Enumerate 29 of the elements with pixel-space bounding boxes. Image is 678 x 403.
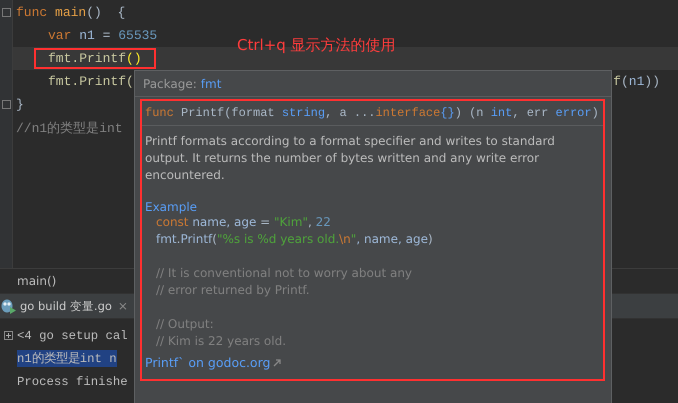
example-heading: Example (144, 200, 198, 214)
description-text: Printf formats according to a format specifier and writes to standard output. It returns the number of bytes written and any write error encountered. (144, 133, 556, 184)
example-code-line: const name, age = "Kim", 22 (155, 214, 331, 231)
code-line: f(n1)) (613, 74, 660, 89)
code-line: func main() { (16, 5, 126, 20)
example-code-line: // error returned by Printf. (155, 282, 310, 299)
code-line: //n1的类型是int (16, 120, 123, 136)
code-line: fmt.Printf( (48, 74, 134, 89)
run-config-icon (0, 298, 16, 314)
close-button[interactable]: × (116, 299, 130, 313)
package-label: Package: (143, 76, 197, 90)
package-link[interactable]: fmt (200, 76, 222, 90)
godoc-link[interactable]: Printf` on godoc.org (145, 355, 270, 370)
breadcrumb[interactable]: main() (17, 274, 56, 288)
example-code-line: fmt.Printf("%s is %d years old.\n", name, age) (155, 231, 433, 248)
expand-icon[interactable] (4, 331, 13, 340)
console-line: <4 go setup cal (17, 328, 128, 342)
example-code-line: // It is conventional not to worry about any (155, 265, 412, 282)
fold-icon[interactable] (2, 100, 10, 109)
fold-icon[interactable] (2, 8, 10, 17)
example-code-line: // Output: (155, 316, 214, 333)
example-code-line: // Kim is 22 years old. (155, 333, 286, 350)
annotation-text: Ctrl+q 显示方法的使用 (237, 36, 396, 55)
code-line: } (16, 97, 24, 112)
code-line: fmt.Printf() (48, 51, 142, 66)
external-link-icon (273, 358, 282, 366)
console-line: Process finishe (17, 374, 128, 388)
code-line: var n1 = 65535 (48, 28, 158, 43)
function-signature: func Printf(format string, a ...interface{}) (n int, err error) (142, 101, 603, 126)
